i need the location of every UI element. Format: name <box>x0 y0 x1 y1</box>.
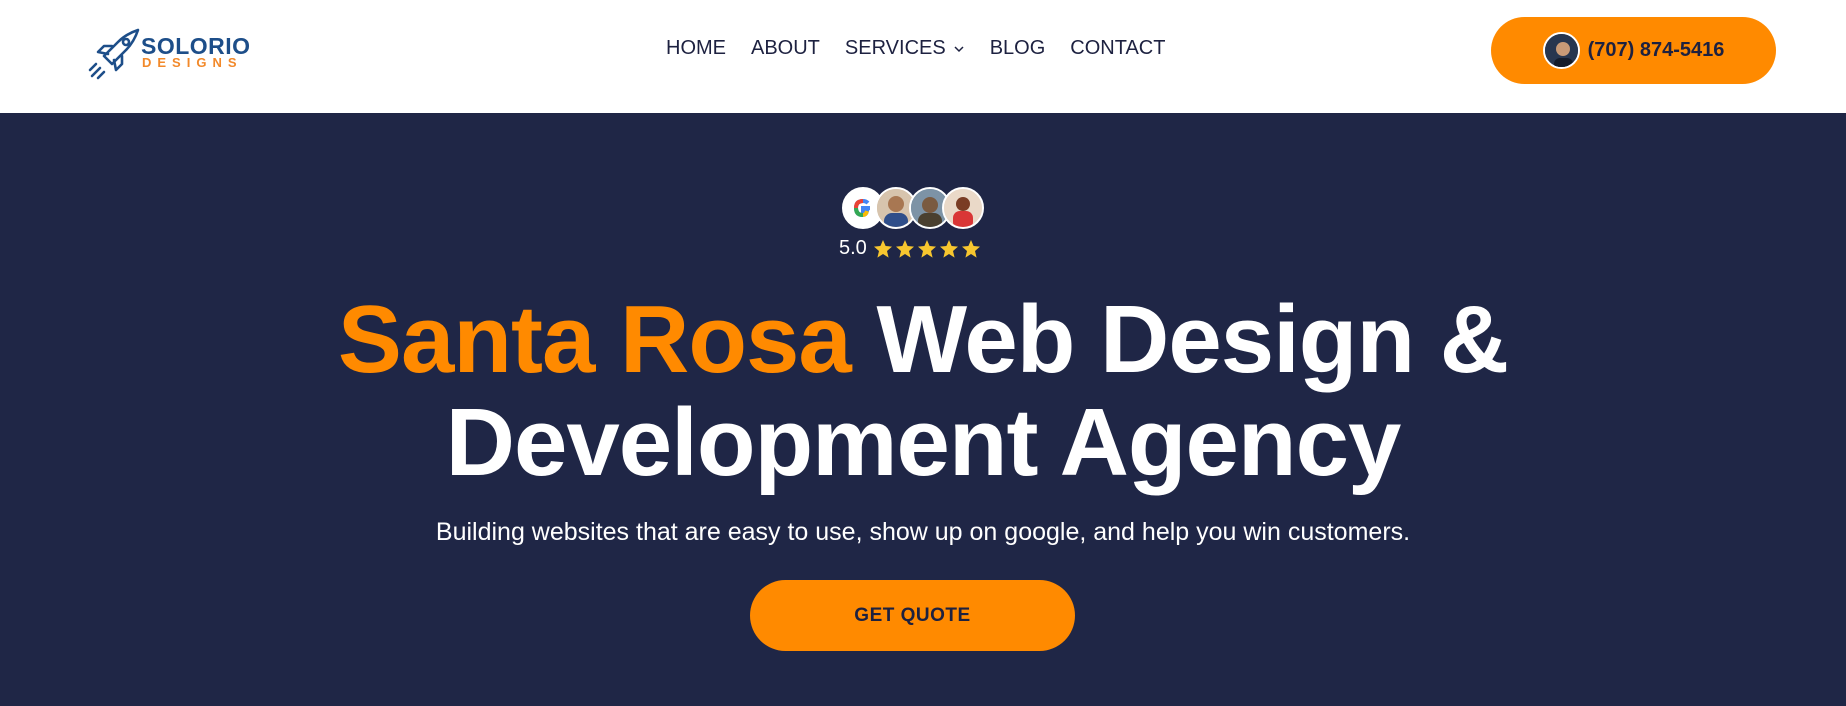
phone-number: (707) 874-5416 <box>1587 39 1725 61</box>
get-quote-button[interactable]: GET QUOTE <box>750 580 1075 651</box>
avatar <box>1542 32 1580 69</box>
reviewer-avatar <box>942 187 984 229</box>
nav-item-about[interactable]: ABOUT <box>751 37 820 60</box>
nav-item-label: SERVICES <box>844 37 946 59</box>
brand-tagline: DESIGNS <box>142 55 243 70</box>
nav-item-home[interactable]: HOME <box>666 37 726 60</box>
nav-item-label: BLOG <box>989 37 1046 59</box>
main-nav: HOME ABOUT SERVICES BLOG CONTACT <box>666 37 1165 60</box>
call-phone-button[interactable]: (707) 874-5416 <box>1491 17 1776 84</box>
chevron-down-icon <box>954 45 964 52</box>
headline-line2: Development Agency <box>445 389 1402 496</box>
rating-score: 5.0 <box>839 237 867 259</box>
nav-item-label: HOME <box>666 37 726 59</box>
star-icon <box>895 239 914 258</box>
star-icon <box>917 239 936 258</box>
headline-accent: Santa Rosa <box>337 286 852 393</box>
page-title: Santa Rosa Web Design & Development Agen… <box>0 288 1846 494</box>
rating: 5.0 <box>839 237 983 260</box>
star-icon <box>939 239 958 258</box>
get-quote-label: GET QUOTE <box>854 604 971 626</box>
nav-item-services[interactable]: SERVICES <box>845 37 965 60</box>
star-icon <box>961 239 980 258</box>
rating-stars <box>873 239 983 259</box>
nav-item-contact[interactable]: CONTACT <box>1070 37 1165 60</box>
site-header: SOLORIO DESIGNS HOME ABOUT SERVICES BLOG… <box>0 0 1846 113</box>
star-icon <box>873 239 892 258</box>
reviewer-avatars <box>842 187 984 229</box>
subheadline: Building websites that are easy to use, … <box>435 518 1411 546</box>
nav-item-label: CONTACT <box>1070 37 1166 59</box>
person-icon <box>1544 34 1578 67</box>
nav-item-label: ABOUT <box>751 37 820 59</box>
nav-item-blog[interactable]: BLOG <box>990 37 1046 60</box>
headline-line1-rest: Web Design & <box>876 286 1509 393</box>
